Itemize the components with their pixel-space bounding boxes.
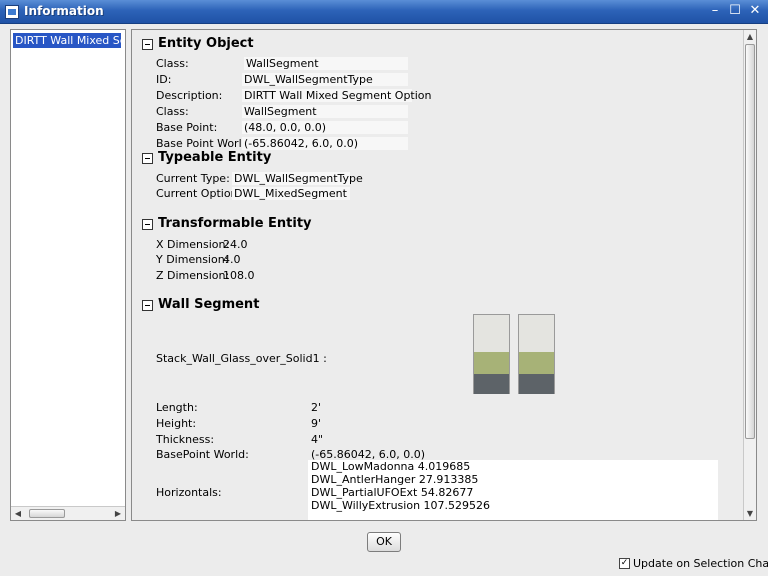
checkbox-label: Update on Selection Change <box>633 557 768 570</box>
list-item[interactable]: DWL_AntlerHanger 27.913385 <box>308 473 718 486</box>
row-label: X Dimension: <box>156 238 230 251</box>
row-value: 4" <box>311 433 324 446</box>
section-title: Wall Segment <box>158 297 260 312</box>
row-label: Z Dimension: <box>156 269 230 282</box>
row-label: Description: <box>156 89 223 102</box>
row-label: Base Point: <box>156 121 218 134</box>
row-label: Current Type: <box>156 172 230 185</box>
row-label: Class: <box>156 57 189 70</box>
row-value: 108.0 <box>223 269 255 282</box>
details-panel: Entity Object Class: WallSegment ID: DWL… <box>131 29 757 521</box>
minimize-button[interactable]: – <box>708 4 722 18</box>
scroll-right-arrow-icon[interactable]: ▶ <box>111 507 125 520</box>
list-item[interactable]: DWL_LowMadonna 4.019685 <box>308 460 718 473</box>
glass-panel <box>474 315 509 352</box>
checkbox[interactable]: ✓ <box>619 558 630 569</box>
row-value: 4.0 <box>223 253 241 266</box>
row-value: (-65.86042, 6.0, 0.0) <box>242 137 408 150</box>
row-label: Class: <box>156 105 189 118</box>
collapse-icon[interactable] <box>142 219 153 230</box>
scroll-down-arrow-icon[interactable]: ▼ <box>744 507 756 520</box>
row-value: DWL_MixedSegment <box>232 187 350 200</box>
details-vertical-scrollbar[interactable]: ▲ ▼ <box>743 30 756 520</box>
scroll-left-arrow-icon[interactable]: ◀ <box>11 507 25 520</box>
tree-item-selected[interactable]: DIRTT Wall Mixed Segment <box>13 33 121 48</box>
row-label: Length: <box>156 401 198 414</box>
row-label: Y Dimension: <box>156 253 229 266</box>
row-label: Base Point World: <box>156 137 253 150</box>
section-title: Entity Object <box>158 36 254 51</box>
solid-panel <box>474 374 509 394</box>
row-value: DWL_WallSegmentType <box>242 73 408 86</box>
stack-label: Stack_Wall_Glass_over_Solid1 : <box>156 352 327 365</box>
row-value: (48.0, 0.0, 0.0) <box>242 121 408 134</box>
section-title: Transformable Entity <box>158 216 312 231</box>
wall-stack-preview-2 <box>518 314 555 394</box>
row-value: WallSegment <box>244 57 408 70</box>
window-title: Information <box>24 4 104 18</box>
dialog-body: DIRTT Wall Mixed Segment ◀ ▶ Entity Obje… <box>4 25 768 573</box>
glass-panel <box>519 315 554 352</box>
scroll-thumb[interactable] <box>29 509 65 518</box>
row-label: Height: <box>156 417 197 430</box>
scroll-thumb[interactable] <box>745 44 755 439</box>
wall-stack-preview-1 <box>473 314 510 394</box>
solid-panel <box>519 374 554 394</box>
horizontals-list[interactable]: DWL_LowMadonna 4.019685 DWL_AntlerHanger… <box>308 460 718 520</box>
row-value: DWL_WallSegmentType <box>232 172 363 185</box>
horizontals-label: Horizontals: <box>156 486 222 499</box>
row-label: ID: <box>156 73 172 86</box>
scroll-up-arrow-icon[interactable]: ▲ <box>744 30 756 43</box>
collapse-icon[interactable] <box>142 153 153 164</box>
row-label: Thickness: <box>156 433 215 446</box>
ok-button[interactable]: OK <box>367 532 401 552</box>
row-value: 2' <box>311 401 322 414</box>
tree-horizontal-scrollbar[interactable]: ◀ ▶ <box>11 506 125 520</box>
section-title: Typeable Entity <box>158 150 272 165</box>
olive-panel <box>519 352 554 374</box>
maximize-button[interactable]: ☐ <box>728 4 742 18</box>
collapse-icon[interactable] <box>142 300 153 311</box>
title-bar: Information – ☐ ✕ <box>0 0 768 24</box>
row-value: DIRTT Wall Mixed Segment Option <box>242 89 432 102</box>
collapse-icon[interactable] <box>142 39 153 50</box>
row-value: 24.0 <box>223 238 248 251</box>
row-label: Current Option: <box>156 187 242 200</box>
list-item[interactable]: DWL_WillyExtrusion 107.529526 <box>308 499 718 512</box>
app-icon <box>5 5 19 19</box>
row-value: 9' <box>311 417 322 430</box>
entity-tree[interactable]: DIRTT Wall Mixed Segment ◀ ▶ <box>10 29 126 521</box>
list-item[interactable]: DWL_PartialUFOExt 54.82677 <box>308 486 718 499</box>
row-label: BasePoint World: <box>156 448 249 461</box>
olive-panel <box>474 352 509 374</box>
close-button[interactable]: ✕ <box>748 4 762 18</box>
row-value: WallSegment <box>242 105 408 118</box>
